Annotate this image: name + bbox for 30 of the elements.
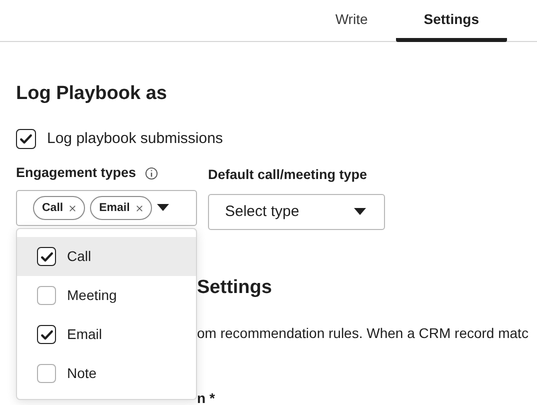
field-label: n * (197, 388, 215, 405)
caret-icon (156, 204, 169, 212)
checkbox[interactable] (37, 325, 56, 344)
caret-icon (354, 208, 366, 216)
check-icon (40, 250, 54, 264)
section-heading: Settings (197, 276, 272, 300)
field-label: Engagement types (16, 164, 136, 182)
tag-label: Email (99, 200, 130, 216)
menu-item[interactable]: Call (17, 237, 196, 276)
description-text: om recommendation rules. When a CRM record matc (197, 324, 528, 342)
field-label: Default call/meeting type (208, 167, 368, 182)
section-heading: Log Playbook as (16, 82, 168, 106)
checkbox[interactable] (16, 128, 36, 149)
menu-item[interactable]: Email (17, 315, 196, 354)
info-icon[interactable] (145, 166, 158, 180)
menu-item[interactable]: Note (17, 354, 196, 393)
tab[interactable]: Write (307, 0, 396, 42)
checkbox-label: Log playbook submissions (47, 128, 223, 148)
menu-item[interactable]: Meeting (17, 276, 196, 315)
select-field[interactable]: Select type (208, 194, 385, 230)
check-icon (19, 132, 33, 146)
check-icon (40, 328, 54, 342)
checkbox[interactable] (37, 364, 56, 383)
checkbox[interactable] (37, 286, 56, 305)
multi-select-field[interactable]: Call Email (16, 190, 197, 226)
close-icon[interactable] (136, 204, 143, 212)
checkbox[interactable] (37, 247, 56, 266)
tab[interactable]: Settings (396, 0, 507, 42)
tag-label: Call (42, 200, 64, 216)
close-icon[interactable] (69, 204, 76, 212)
